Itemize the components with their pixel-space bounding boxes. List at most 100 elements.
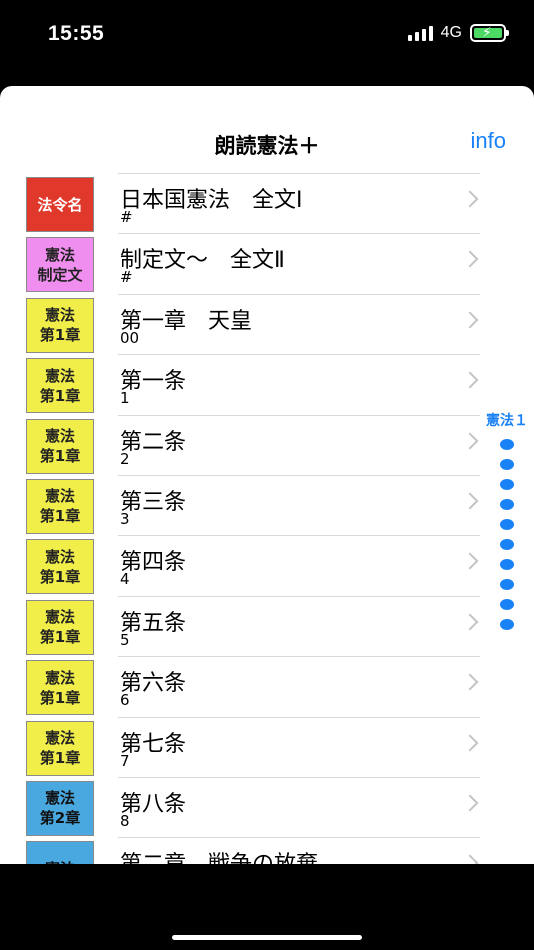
list-item[interactable]: 憲法 第2章 第八条 8: [0, 776, 534, 837]
row-subtitle: 00: [120, 328, 140, 347]
row-title: 第一条: [120, 369, 187, 395]
badge-line: 第1章: [39, 326, 81, 345]
index-dot[interactable]: [500, 559, 514, 570]
badge-line: 第1章: [39, 447, 81, 466]
list-item[interactable]: 法令名 日本国憲法 全文Ⅰ #: [0, 173, 534, 233]
index-dot[interactable]: [500, 499, 514, 510]
row-title: 第一章 天皇: [120, 308, 253, 334]
status-icons: 4G ⚡: [407, 24, 509, 42]
row-subtitle: 5: [120, 630, 130, 649]
badge-line: 憲法: [44, 427, 75, 446]
badge-line: 憲法: [44, 245, 75, 264]
row-divider: [118, 776, 480, 778]
list-item[interactable]: 憲法 第二章 戦争の放棄: [0, 837, 534, 864]
row-divider: [118, 173, 480, 174]
chevron-right-icon: [461, 311, 479, 329]
row-divider: [118, 474, 480, 476]
index-dot[interactable]: [500, 519, 514, 530]
status-time: 15:55: [48, 22, 105, 45]
cellular-signal-icon: [407, 25, 433, 41]
row-title: 第二条: [120, 429, 187, 455]
list-item[interactable]: 憲法 第1章 第五条 5: [0, 595, 534, 656]
badge-line: 憲法: [44, 366, 75, 385]
category-badge: 憲法 第1章: [26, 297, 94, 353]
row-title: 第五条: [120, 610, 187, 636]
row-title: 制定文〜 全文Ⅱ: [120, 248, 285, 274]
row-title: 第二章 戦争の放棄: [120, 846, 318, 864]
index-dot[interactable]: [500, 539, 514, 550]
badge-line: 第1章: [39, 688, 81, 707]
index-dot[interactable]: [500, 579, 514, 590]
row-subtitle: 4: [120, 570, 130, 589]
row-subtitle: 3: [120, 509, 130, 528]
category-badge: 憲法: [26, 841, 94, 864]
home-indicator[interactable]: [172, 935, 362, 940]
chevron-right-icon: [461, 371, 479, 389]
row-title: 第三条: [120, 489, 187, 515]
category-badge: 憲法 第1章: [26, 539, 94, 595]
chevron-right-icon: [461, 613, 479, 631]
badge-line: 憲法: [44, 608, 75, 627]
section-index[interactable]: 憲法１: [484, 410, 530, 630]
chevron-right-icon: [461, 673, 479, 691]
chevron-right-icon: [461, 250, 479, 268]
index-dot[interactable]: [500, 439, 514, 450]
badge-line: 憲法: [44, 487, 75, 506]
list-item[interactable]: 憲法 第1章 第三条 3: [0, 474, 534, 535]
list-item[interactable]: 憲法 第1章 第一条 1: [0, 354, 534, 414]
row-title: 第七条: [120, 731, 187, 757]
chevron-right-icon: [461, 552, 479, 570]
badge-line: 憲法: [44, 547, 75, 566]
badge-line: 第1章: [39, 628, 81, 647]
row-title: 第六条: [120, 671, 187, 697]
info-button[interactable]: info: [471, 128, 506, 154]
badge-line: 第2章: [39, 809, 81, 828]
list-item[interactable]: 憲法 第1章 第六条 6: [0, 656, 534, 716]
category-badge: 憲法 第1章: [26, 358, 94, 414]
network-type: 4G: [440, 24, 462, 41]
article-list: 法令名 日本国憲法 全文Ⅰ # 憲法 制定文 制定文〜 全文Ⅱ # 憲法 第1章 第一章 天皇 00…: [0, 173, 534, 864]
battery-charging-icon: ⚡: [470, 24, 509, 42]
row-title: 第八条: [120, 791, 187, 817]
badge-line: 法令名: [37, 195, 83, 214]
index-dot[interactable]: [500, 599, 514, 610]
category-badge: 憲法 制定文: [26, 237, 94, 293]
list-item[interactable]: 憲法 制定文 制定文〜 全文Ⅱ #: [0, 233, 534, 293]
list-item[interactable]: 憲法 第1章 第四条 4: [0, 535, 534, 595]
list-item[interactable]: 憲法 第1章 第七条 7: [0, 716, 534, 777]
category-badge: 法令名: [26, 177, 94, 232]
category-badge: 憲法 第1章: [26, 720, 94, 776]
row-title: 第四条: [120, 550, 187, 576]
badge-line: 憲法: [45, 859, 75, 864]
row-divider: [118, 293, 480, 295]
index-dot[interactable]: [500, 459, 514, 470]
index-dot[interactable]: [500, 479, 514, 490]
chevron-right-icon: [461, 432, 479, 450]
badge-line: 憲法: [44, 306, 75, 325]
row-subtitle: #: [120, 208, 133, 226]
row-divider: [118, 414, 480, 416]
badge-line: 第1章: [39, 386, 81, 405]
index-dot[interactable]: [500, 619, 514, 630]
chevron-right-icon: [461, 734, 479, 752]
index-label[interactable]: 憲法１: [484, 410, 530, 430]
badge-line: 憲法: [44, 789, 75, 808]
row-subtitle: 2: [120, 449, 130, 468]
list-item[interactable]: 憲法 第1章 第一章 天皇 00: [0, 293, 534, 354]
row-title: 日本国憲法 全文Ⅰ: [120, 188, 303, 213]
category-badge: 憲法 第1章: [26, 660, 94, 716]
category-badge: 憲法 第1章: [26, 599, 94, 655]
row-divider: [118, 716, 480, 718]
status-bar: 15:55 4G ⚡: [0, 0, 534, 70]
badge-line: 憲法: [44, 729, 75, 748]
chevron-right-icon: [461, 854, 479, 864]
row-divider: [118, 837, 480, 839]
list-item[interactable]: 憲法 第1章 第二条 2: [0, 414, 534, 475]
category-badge: 憲法 第1章: [26, 418, 94, 474]
chevron-right-icon: [461, 492, 479, 510]
category-badge: 憲法 第2章: [26, 780, 94, 836]
page-title: 朗読憲法＋: [214, 134, 320, 158]
chevron-right-icon: [461, 190, 479, 208]
row-subtitle: 1: [120, 389, 130, 408]
row-subtitle: 8: [120, 811, 130, 830]
